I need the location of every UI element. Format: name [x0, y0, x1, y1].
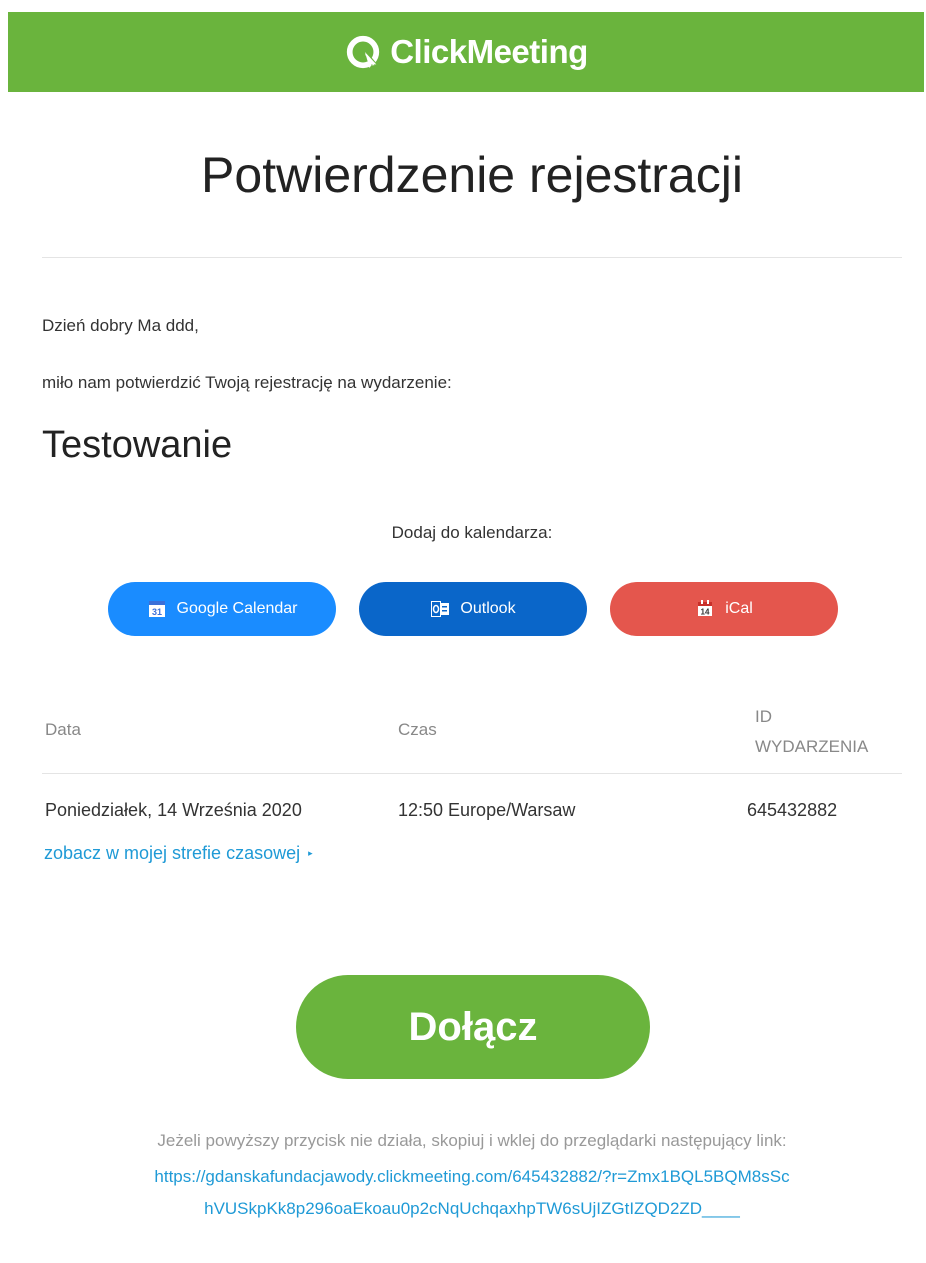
title-divider [42, 257, 902, 258]
table-divider [42, 773, 902, 774]
event-name: Testowanie [42, 424, 233, 466]
google-calendar-label: Google Calendar [176, 600, 298, 617]
svg-text:31: 31 [152, 607, 162, 617]
google-calendar-icon: 31 [147, 599, 167, 619]
outlook-button[interactable]: Outlook [359, 582, 587, 636]
timezone-link[interactable]: zobacz w mojej strefie czasowej ▸ [44, 843, 313, 864]
header-bar: ClickMeeting [8, 12, 924, 92]
header-event-id-line2: WYDARZENIA [755, 737, 869, 756]
timezone-link-label: zobacz w mojej strefie czasowej [44, 843, 301, 863]
page-title: Potwierdzenie rejestracji [201, 147, 743, 203]
email-page: ClickMeeting Potwierdzenie rejestracji D… [0, 0, 926, 1263]
svg-text:14: 14 [701, 608, 710, 617]
ical-label: iCal [725, 600, 753, 617]
event-date: Poniedziałek, 14 Września 2020 [45, 800, 302, 820]
ical-button[interactable]: 14 iCal [610, 582, 838, 636]
greeting-text: Dzień dobry Ma ddd, [42, 316, 199, 335]
brand-logo: ClickMeeting [344, 33, 588, 71]
clickmeeting-logo-icon [344, 33, 382, 71]
header-event-id: ID WYDARZENIA [755, 702, 868, 762]
arrow-right-icon: ▸ [308, 848, 313, 858]
brand-name: ClickMeeting [390, 33, 588, 70]
event-time: 12:50 Europe/Warsaw [398, 800, 576, 820]
header-event-id-line1: ID [755, 707, 772, 726]
intro-text: miło nam potwierdzić Twoją rejestrację n… [42, 373, 452, 392]
fallback-note: Jeżeli powyższy przycisk nie działa, sko… [157, 1131, 787, 1150]
fallback-link[interactable]: https://gdanskafundacjawody.clickmeeting… [150, 1161, 794, 1225]
header-time: Czas [398, 720, 437, 739]
calendar-label: Dodaj do kalendarza: [391, 523, 553, 542]
join-button[interactable]: Dołącz [296, 975, 650, 1079]
event-id: 645432882 [747, 800, 838, 820]
outlook-label: Outlook [460, 600, 516, 617]
outlook-icon [430, 599, 450, 619]
google-calendar-button[interactable]: 31 Google Calendar [108, 582, 336, 636]
ical-icon: 14 [695, 599, 715, 619]
header-date: Data [45, 720, 81, 739]
